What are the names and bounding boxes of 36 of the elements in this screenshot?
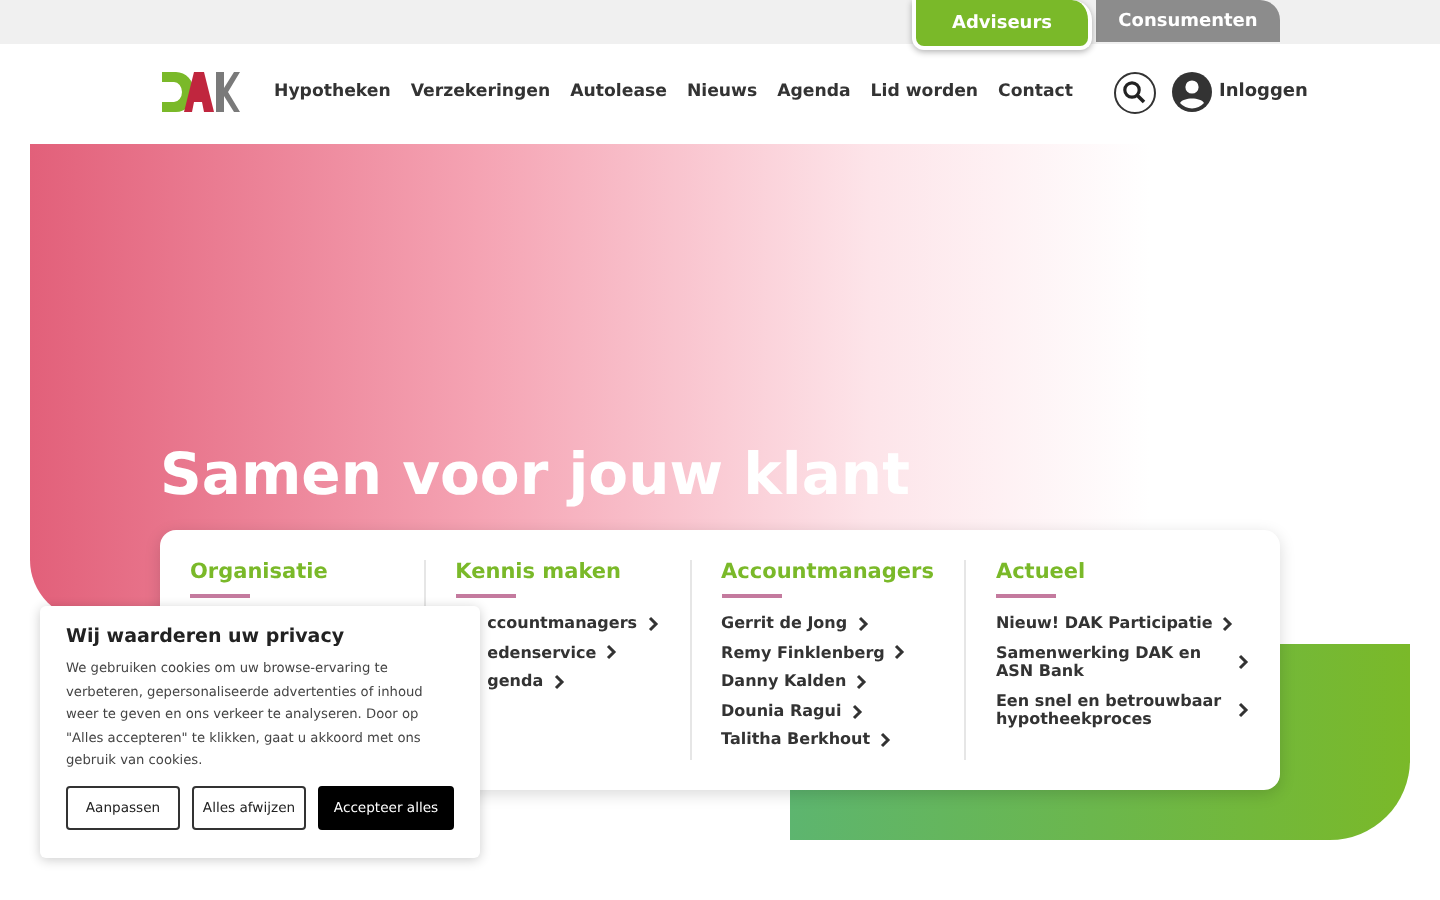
chevron-icon xyxy=(894,644,907,661)
nav-link[interactable]: Contact xyxy=(998,82,1073,102)
chevron-icon xyxy=(857,615,870,632)
chevron-icon xyxy=(606,644,619,661)
login-link[interactable]: Inloggen xyxy=(1219,82,1308,102)
column-title: Organisatie xyxy=(190,560,330,584)
menu-link[interactable]: Een snel en betrouwbaar hypotheekproces xyxy=(995,691,1250,730)
menu-link[interactable]: Nieuw! DAK Participatie xyxy=(995,614,1235,634)
chevron-icon xyxy=(647,615,660,632)
column-title: Accountmanagers xyxy=(721,560,934,584)
search-icon xyxy=(1122,80,1146,104)
column-title: Kennis maken xyxy=(455,560,623,584)
column-title: Actueel xyxy=(995,560,1088,584)
logo-icon[interactable] xyxy=(160,70,240,114)
nav-link[interactable]: Nieuws xyxy=(686,82,758,102)
menu-link[interactable]: Samenwerking DAK en ASN Bank xyxy=(995,643,1250,682)
nav-link[interactable]: Agenda xyxy=(777,82,851,102)
chevron-icon xyxy=(553,673,566,690)
menu-link[interactable]: Danny Kalden xyxy=(721,672,869,692)
user-icon[interactable] xyxy=(1171,72,1211,112)
nav-link[interactable]: Lid worden xyxy=(870,82,979,102)
cookie-title: Wij waarderen uw privacy xyxy=(66,626,347,648)
chevron-icon xyxy=(1222,615,1235,632)
menu-link[interactable]: Talitha Berkhout xyxy=(721,730,893,750)
menu-link[interactable]: Dounia Ragui xyxy=(721,701,864,721)
menu-link[interactable]: genda xyxy=(487,672,566,692)
nav-link[interactable]: Verzekeringen xyxy=(410,82,551,102)
nav-link[interactable]: Autolease xyxy=(570,82,667,102)
chevron-icon xyxy=(1238,702,1250,719)
menu-link[interactable]: Gerrit de Jong xyxy=(721,614,870,634)
chevron-icon xyxy=(1238,654,1250,671)
menu-link[interactable]: Remy Finklenberg xyxy=(721,643,907,663)
menu-link[interactable]: edenservice xyxy=(487,643,619,663)
nav-link[interactable]: Hypotheken xyxy=(274,82,391,102)
menu-link[interactable]: ccountmanagers xyxy=(487,614,660,634)
search-button[interactable] xyxy=(1113,71,1155,113)
